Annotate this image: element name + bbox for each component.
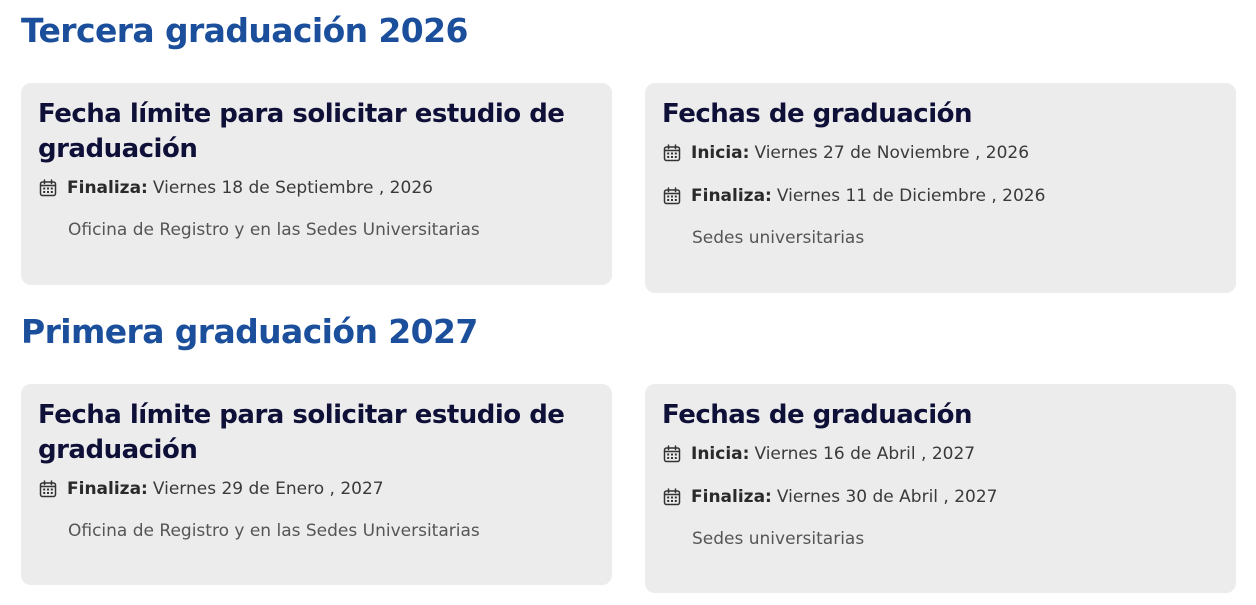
end-date-label: Finaliza: [691, 186, 772, 206]
calendar-icon [663, 144, 681, 162]
section-title: Primera graduación 2027 [21, 312, 478, 351]
calendar-icon [663, 445, 681, 463]
request-deadline-card: Fecha límite para solicitar estudio de g… [21, 83, 612, 285]
end-date-label: Finaliza: [67, 178, 148, 198]
card-title: Fechas de graduación [662, 400, 972, 430]
start-date-label: Inicia: [691, 143, 750, 163]
calendar-icon [663, 488, 681, 506]
end-date-line: Finaliza: Viernes 18 de Septiembre , 202… [38, 176, 595, 200]
start-date-line: Inicia: Viernes 27 de Noviembre , 2026 [662, 141, 1219, 165]
calendar-icon [663, 187, 681, 205]
request-deadline-card: Fecha límite para solicitar estudio de g… [21, 384, 612, 585]
end-date-label: Finaliza: [67, 479, 148, 499]
card-title: Fecha límite para solicitar estudio de g… [38, 400, 565, 465]
start-date-value: Viernes 27 de Noviembre , 2026 [754, 143, 1030, 163]
start-date-line: Inicia: Viernes 16 de Abril , 2027 [662, 442, 1219, 466]
location-text: Sedes universitarias [692, 228, 865, 248]
card-title: Fechas de graduación [662, 99, 972, 129]
start-date-value: Viernes 16 de Abril , 2027 [754, 444, 976, 464]
end-date-line: Finaliza: Viernes 11 de Diciembre , 2026 [662, 184, 1219, 208]
start-date-label: Inicia: [691, 444, 750, 464]
location-text: Sedes universitarias [692, 529, 865, 549]
end-date-value: Viernes 30 de Abril , 2027 [776, 487, 998, 507]
calendar-icon [39, 480, 57, 498]
section-title: Tercera graduación 2026 [21, 11, 468, 50]
location-text: Oficina de Registro y en las Sedes Unive… [68, 220, 480, 240]
end-date-value: Viernes 18 de Septiembre , 2026 [152, 178, 433, 198]
end-date-value: Viernes 29 de Enero , 2027 [152, 479, 384, 499]
location-text: Oficina de Registro y en las Sedes Unive… [68, 521, 480, 541]
graduation-dates-card: Fechas de graduación Inicia: Viernes 27 … [645, 83, 1236, 293]
end-date-label: Finaliza: [691, 487, 772, 507]
card-title: Fecha límite para solicitar estudio de g… [38, 99, 565, 164]
calendar-icon [39, 179, 57, 197]
end-date-value: Viernes 11 de Diciembre , 2026 [776, 186, 1046, 206]
end-date-line: Finaliza: Viernes 29 de Enero , 2027 [38, 477, 595, 501]
end-date-line: Finaliza: Viernes 30 de Abril , 2027 [662, 485, 1219, 509]
graduation-dates-card: Fechas de graduación Inicia: Viernes 16 … [645, 384, 1236, 593]
